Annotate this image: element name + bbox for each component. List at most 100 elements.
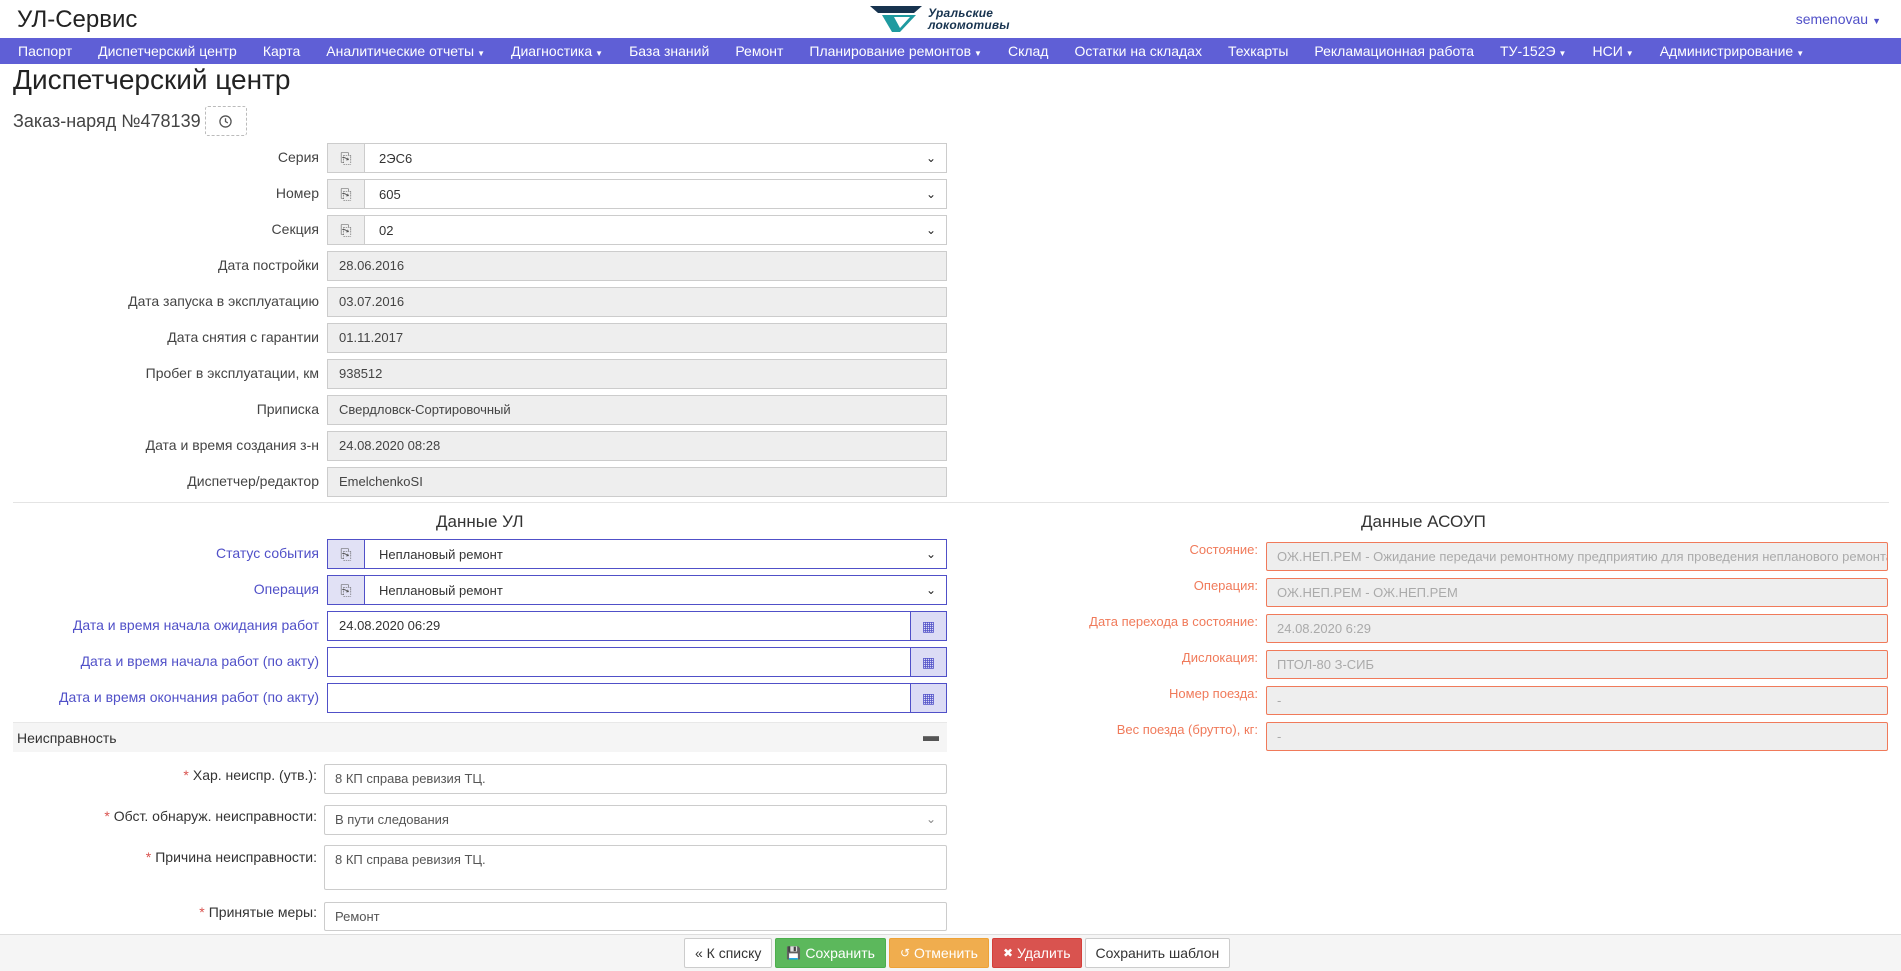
copy-icon: ⎘ (340, 221, 352, 238)
chevron-down-icon: ⌄ (925, 151, 936, 165)
build-date-field: 28.06.2016 (327, 251, 947, 281)
delete-button[interactable]: ✖ Удалить (991, 938, 1082, 968)
chevron-down-icon: ⌄ (925, 812, 936, 826)
nav-item-1[interactable]: Диспетчерский центр (85, 43, 250, 59)
cancel-button[interactable]: ↺ Отменить (888, 938, 989, 968)
required-marker: * (199, 904, 205, 920)
asoup-state-label: Состояние: (1189, 542, 1258, 557)
save-template-button[interactable]: Сохранить шаблон (1084, 938, 1231, 968)
caret-down-icon: ▼ (1796, 49, 1805, 58)
created-field: 24.08.2020 08:28 (327, 431, 947, 461)
build-date-label: Дата постройки (217, 257, 319, 273)
commission-date-field: 03.07.2016 (327, 287, 947, 317)
fault-measures-label: Принятые меры: (208, 904, 317, 920)
asoup-location-field: ПТОЛ-80 З-СИБ (1266, 650, 1888, 679)
required-marker: * (145, 849, 152, 865)
copy-series-button[interactable]: ⎘ (328, 144, 365, 172)
nav-item-0[interactable]: Паспорт (5, 43, 85, 59)
nav-item-12[interactable]: ТУ-152Э ▼ (1487, 43, 1579, 59)
series-select[interactable]: 2ЭС6 ⌄ (365, 144, 946, 172)
company-logo: Уральские локомотивы (870, 4, 1010, 34)
asoup-operation-label: Операция: (1193, 578, 1258, 593)
nav-item-14[interactable]: Администрирование ▼ (1647, 43, 1817, 59)
nav-item-2[interactable]: Карта (250, 43, 313, 59)
user-menu[interactable]: semenovau ▼ (1796, 11, 1881, 27)
main-navbar: Паспорт Диспетчерский центр Карта Аналитиче… (0, 38, 1901, 64)
mileage-label: Пробег в эксплуатации, км (145, 365, 319, 381)
asoup-state-field: ОЖ.НЕП.РЕМ - Ожидание передачи ремонтном… (1266, 542, 1888, 571)
fault-panel-title: Неисправность (17, 730, 117, 746)
warranty-end-label: Дата снятия с гарантии (167, 329, 319, 345)
asoup-operation-field: ОЖ.НЕП.РЕМ - ОЖ.НЕП.РЕМ (1266, 578, 1888, 607)
action-bar: « К списку 💾 Сохранить ↺ Отменить ✖ Удалить… (0, 934, 1901, 971)
asoup-train-weight-label: Вес поезда (брутто), кг: (1116, 722, 1258, 737)
caret-down-icon: ▼ (477, 49, 485, 58)
top-header: УЛ-Сервис Уральские локомотивы semenovau… (0, 0, 1901, 38)
number-label: Номер (275, 185, 319, 201)
fault-characteristic-label: Хар. неиспр. (утв.): (192, 767, 317, 783)
caret-down-icon: ▼ (1872, 16, 1881, 26)
nav-item-11[interactable]: Рекламационная работа (1301, 43, 1487, 59)
asoup-data-title: Данные АСОУП (1361, 512, 1486, 531)
required-marker: * (104, 808, 110, 824)
logo-icon (870, 6, 922, 32)
close-icon: ✖ (1002, 946, 1014, 960)
order-title: Заказ-наряд №478139 (13, 110, 201, 131)
warranty-end-field: 01.11.2017 (327, 323, 947, 353)
nav-item-13[interactable]: НСИ ▼ (1579, 43, 1646, 59)
caret-down-icon: ▼ (974, 49, 982, 58)
nav-item-3[interactable]: Аналитические отчеты ▼ (313, 43, 498, 59)
caret-down-icon: ▼ (1558, 49, 1567, 58)
undo-icon: ↺ (899, 946, 910, 960)
dispatcher-field: EmelchenkoSI (327, 467, 947, 497)
asoup-train-number-field: - (1266, 686, 1888, 715)
fault-cause-label: Причина неисправности: (155, 849, 317, 865)
fault-circumstance-label: Обст. обнаруж. неисправности: (113, 808, 317, 824)
series-label: Серия (277, 149, 319, 165)
page-title: Диспетчерский центр (13, 64, 291, 95)
copy-section-button[interactable]: ⎘ (328, 216, 365, 244)
copy-number-button[interactable]: ⎘ (328, 180, 365, 208)
history-button[interactable] (204, 106, 247, 136)
asoup-train-weight-field: - (1266, 722, 1888, 751)
caret-down-icon: ▼ (1625, 49, 1634, 58)
fault-cause-textarea[interactable]: 8 КП справа ревизия ТЦ. (324, 845, 947, 890)
ul-data-title: Данные УЛ (436, 512, 524, 531)
section-label: Секция (271, 221, 319, 237)
asoup-location-label: Дислокация: (1181, 650, 1258, 665)
copy-icon: ⎘ (340, 185, 352, 202)
required-marker: * (183, 767, 189, 783)
nav-item-10[interactable]: Техкарты (1215, 43, 1301, 59)
section-select[interactable]: 02 ⌄ (365, 216, 946, 244)
chevron-down-icon: ⌄ (925, 187, 936, 201)
dispatcher-label: Диспетчер/редактор (187, 473, 319, 489)
nav-item-8[interactable]: Склад (995, 43, 1062, 59)
nav-item-4[interactable]: Диагностика ▼ (498, 43, 616, 59)
mileage-field: 938512 (327, 359, 947, 389)
order-header: Заказ-наряд №478139 (13, 106, 247, 136)
fault-panel-header[interactable]: Неисправность ▬ (13, 722, 947, 752)
depot-label: Приписка (256, 401, 319, 417)
clock-icon (219, 114, 232, 128)
nav-item-9[interactable]: Остатки на складах (1061, 43, 1214, 59)
fault-circumstance-select[interactable]: В пути следования ⌄ (324, 805, 947, 835)
floppy-icon: 💾 (786, 946, 802, 960)
depot-field: Свердловск-Сортировочный (327, 395, 947, 425)
app-title[interactable]: УЛ-Сервис (17, 6, 137, 34)
nav-item-5[interactable]: База знаний (616, 43, 722, 59)
copy-icon: ⎘ (340, 149, 352, 166)
nav-item-7[interactable]: Планирование ремонтов ▼ (796, 43, 995, 59)
asoup-transition-date-field: 24.08.2020 6:29 (1266, 614, 1888, 643)
caret-down-icon: ▼ (595, 49, 604, 58)
nav-item-6[interactable]: Ремонт (722, 43, 796, 59)
fault-measures-input[interactable]: Ремонт (324, 902, 947, 931)
fault-characteristic-input[interactable]: 8 КП справа ревизия ТЦ. (324, 764, 947, 794)
commission-date-label: Дата запуска в эксплуатацию (128, 293, 319, 309)
collapse-icon[interactable]: ▬ (923, 728, 939, 746)
back-to-list-button[interactable]: « К списку (684, 938, 773, 968)
save-button[interactable]: 💾 Сохранить (775, 938, 886, 968)
user-name: semenovau (1795, 11, 1869, 27)
created-label: Дата и время создания з-н (145, 437, 319, 453)
number-select[interactable]: 605 ⌄ (365, 180, 946, 208)
asoup-train-number-label: Номер поезда: (1169, 686, 1258, 701)
